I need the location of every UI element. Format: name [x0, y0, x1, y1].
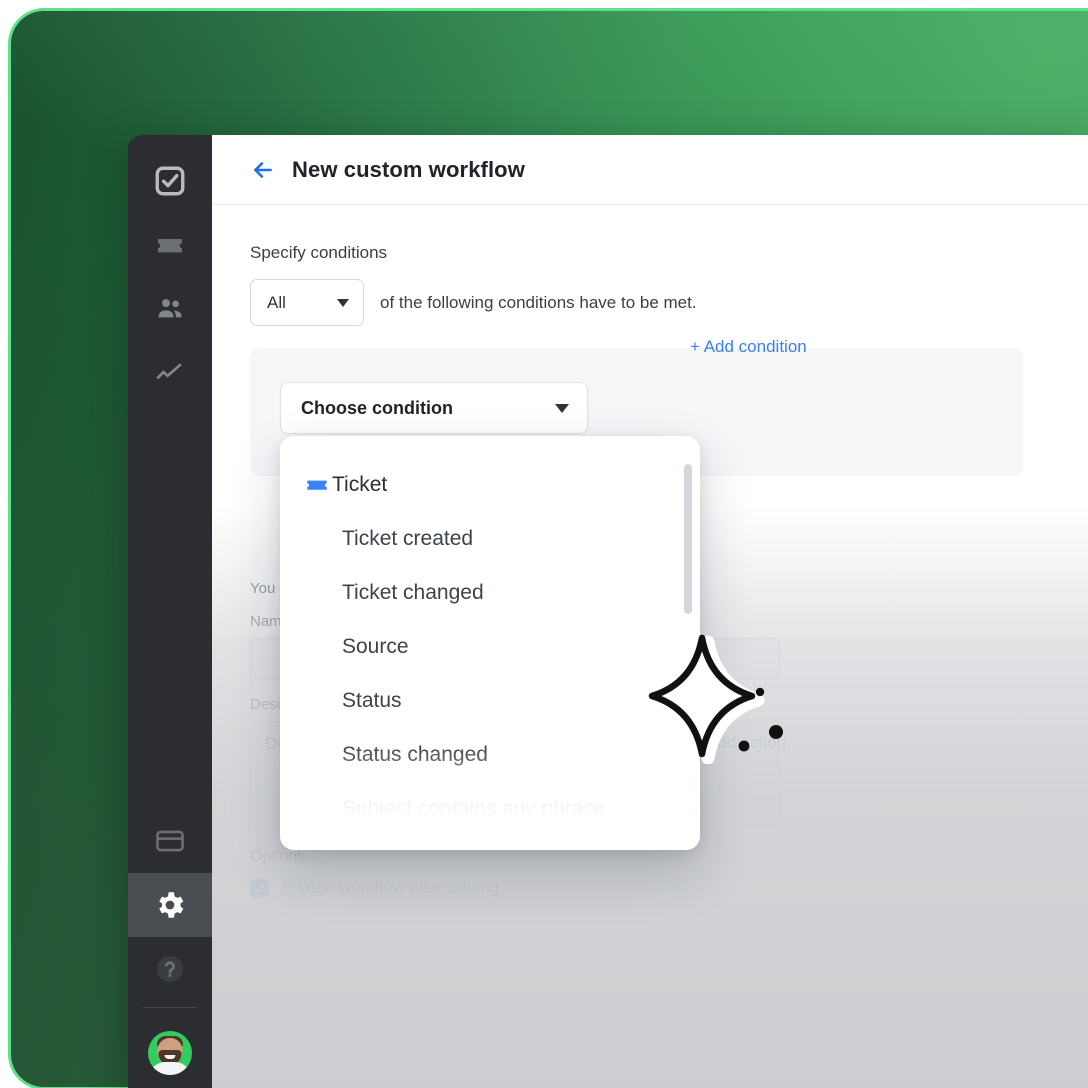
dropdown-item-label: Ticket changed [342, 581, 484, 604]
choose-condition-label: Choose condition [301, 397, 453, 418]
ticket-icon [304, 472, 332, 498]
match-row: All of the following conditions have to … [250, 279, 1088, 326]
chart-line-icon [154, 357, 186, 389]
avatar[interactable] [148, 1031, 192, 1075]
sidebar-item-logo[interactable] [128, 149, 212, 213]
choose-condition-select[interactable]: Choose condition [280, 382, 588, 434]
dropdown-item[interactable]: Status [280, 674, 700, 728]
checkbox-logo-icon [153, 164, 187, 198]
screenshot-root: New custom workflow Specify conditions A… [0, 0, 1088, 1088]
dropdown-item[interactable]: Ticket [280, 458, 700, 512]
add-condition-button[interactable]: + Add condition [690, 337, 807, 357]
sidebar-item-contacts[interactable] [128, 277, 212, 341]
sidebar-item-reports[interactable] [128, 341, 212, 405]
condition-dropdown-menu: Ticket Ticket created Ticket changed Source… [280, 436, 700, 850]
sidebar-divider [143, 1007, 197, 1008]
page-title: New custom workflow [292, 156, 525, 182]
dropdown-item-label: Status changed [342, 743, 488, 766]
match-type-select[interactable]: All [250, 279, 364, 326]
match-sentence: of the following conditions have to be m… [380, 292, 697, 312]
sparkle-decoration [648, 634, 788, 769]
sidebar-item-tickets[interactable] [128, 213, 212, 277]
sidebar [128, 135, 212, 1088]
dropdown-item-label: Source [342, 635, 409, 658]
dropdown-item[interactable]: Ticket changed [280, 566, 700, 620]
enable-workflow-label: Enable workflow after adding [281, 878, 500, 897]
enable-workflow-row[interactable]: Enable workflow after adding [250, 878, 810, 898]
dropdown-item-label: Status [342, 689, 402, 712]
people-icon [154, 293, 186, 325]
options-label: Options [250, 848, 306, 865]
avatar-wrapper[interactable] [128, 1018, 212, 1088]
gear-icon [153, 888, 187, 922]
dropdown-item-label: Subject contains any phrase [342, 797, 606, 820]
dropdown-item[interactable]: Subject contains any phrase [280, 782, 700, 836]
match-type-value: All [267, 292, 286, 312]
dropdown-item-label: Ticket created [342, 527, 474, 550]
dropdown-item[interactable]: Status changed [280, 728, 700, 782]
dropdown-item[interactable]: Source [280, 620, 700, 674]
dropdown-scrollbar-thumb[interactable] [684, 464, 692, 614]
credit-card-icon [154, 825, 186, 857]
ticket-icon [154, 229, 186, 261]
chevron-down-icon [337, 298, 349, 307]
dropdown-item-list: Ticket Ticket created Ticket changed Source… [280, 436, 700, 836]
sidebar-item-billing[interactable] [128, 809, 212, 873]
sidebar-item-help[interactable] [128, 937, 212, 1001]
help-circle-icon [153, 952, 187, 986]
dropdown-item-label: Ticket [332, 473, 388, 496]
chevron-down-icon [555, 403, 569, 413]
dropdown-item[interactable]: Ticket created [280, 512, 700, 566]
enable-workflow-checkbox[interactable] [250, 878, 269, 898]
avatar-shirt [149, 1062, 191, 1075]
specify-conditions-label: Specify conditions [250, 243, 388, 262]
sidebar-item-settings[interactable] [128, 873, 212, 937]
arrow-left-icon[interactable] [250, 157, 276, 183]
topbar: New custom workflow [212, 135, 1088, 205]
